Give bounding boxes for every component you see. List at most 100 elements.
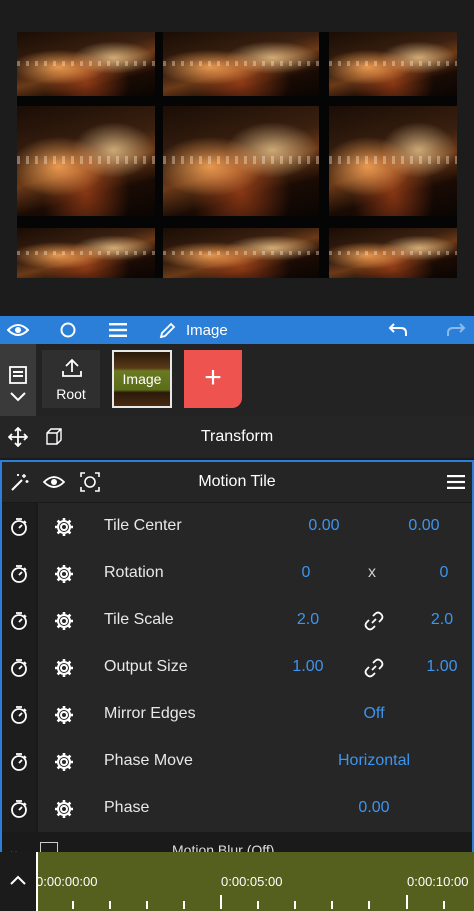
image-layer-label: Image <box>122 371 162 387</box>
param-value-y[interactable]: 1.00 <box>414 658 470 676</box>
timeline-tick <box>406 895 408 909</box>
gear-icon[interactable] <box>48 605 80 637</box>
layer-strip: Root Image + <box>0 344 474 416</box>
tile-image <box>163 32 319 96</box>
timeline-tick <box>146 901 148 909</box>
param-name: Phase <box>104 799 150 816</box>
time-label: 0:00:05:00 <box>221 874 283 889</box>
effect-header: Motion Tile <box>2 462 472 502</box>
stopwatch-icon[interactable] <box>3 699 35 731</box>
link-icon[interactable] <box>358 605 390 637</box>
transform-section[interactable]: Transform <box>0 416 474 458</box>
timeline-tick <box>443 901 445 909</box>
playhead[interactable] <box>36 852 38 911</box>
param-row-phase[interactable]: Phase 0.00 <box>2 785 472 832</box>
param-value-degrees[interactable]: 0 <box>416 564 472 582</box>
time-label: 0:00:10:00 <box>407 874 469 889</box>
tile-image <box>163 106 319 216</box>
preview-canvas[interactable] <box>17 32 457 278</box>
param-name: Output Size <box>104 658 188 675</box>
redo-icon[interactable] <box>438 316 474 344</box>
chevron-down-icon[interactable] <box>2 388 34 406</box>
param-row-mirror-edges[interactable]: Mirror Edges Off <box>2 691 472 738</box>
tile-image <box>329 32 457 96</box>
layer-title[interactable]: Image <box>186 322 228 339</box>
layers-icon <box>2 364 34 386</box>
layer-options[interactable] <box>0 344 36 416</box>
gear-icon[interactable] <box>48 652 80 684</box>
timeline-tick <box>109 901 111 909</box>
param-value[interactable]: Horizontal <box>314 752 434 770</box>
image-layer-thumbnail[interactable]: Image <box>112 350 172 408</box>
root-label: Root <box>56 386 86 402</box>
tile-image <box>17 228 155 278</box>
gear-icon[interactable] <box>48 558 80 590</box>
keyframe-column <box>2 550 36 597</box>
timeline-tick <box>294 901 296 909</box>
menu-icon[interactable] <box>100 316 136 344</box>
keyframe-column <box>2 738 36 785</box>
keyframe-column <box>2 644 36 691</box>
gear-icon[interactable] <box>48 746 80 778</box>
add-layer-button[interactable]: + <box>184 350 242 408</box>
stopwatch-icon[interactable] <box>3 605 35 637</box>
circle-icon[interactable] <box>50 316 86 344</box>
stopwatch-icon[interactable] <box>3 746 35 778</box>
timeline-tick <box>257 901 259 909</box>
timeline-tick <box>220 895 222 909</box>
keyframe-column <box>2 597 36 644</box>
top-toolbar: Image <box>0 316 474 344</box>
stopwatch-icon[interactable] <box>3 511 35 543</box>
timeline-track[interactable]: 0:00:00:00 0:00:05:00 0:00:10:00 <box>36 852 474 911</box>
chevron-up-icon[interactable] <box>2 864 34 896</box>
param-name: Tile Center <box>104 517 182 534</box>
param-value-y[interactable]: 0.00 <box>396 517 452 535</box>
effect-panel: Motion Tile Tile Center 0.00 0.00 Rotati… <box>0 460 474 860</box>
link-icon[interactable] <box>358 652 390 684</box>
param-name: Rotation <box>104 564 164 581</box>
upload-icon <box>61 358 83 381</box>
timeline-area: 0:00:00:00 0:00:05:00 0:00:10:00 <box>0 852 474 911</box>
param-value-x[interactable]: 2.0 <box>280 611 336 629</box>
param-value[interactable]: 0.00 <box>314 799 434 817</box>
tile-image <box>329 106 457 216</box>
keyframe-column <box>2 691 36 738</box>
param-row-phase-move[interactable]: Phase Move Horizontal <box>2 738 472 785</box>
stopwatch-icon[interactable] <box>3 558 35 590</box>
param-row-output-size[interactable]: Output Size 1.00 1.00 <box>2 644 472 691</box>
app-screen: Image Root Image + Transform Motion Tile… <box>0 0 474 911</box>
time-label: 0:00:00:00 <box>36 874 98 889</box>
param-value-x[interactable]: 0.00 <box>296 517 352 535</box>
param-row-tile-center[interactable]: Tile Center 0.00 0.00 <box>2 503 472 550</box>
param-value-x[interactable]: 1.00 <box>280 658 336 676</box>
undo-icon[interactable] <box>380 316 416 344</box>
param-value[interactable]: Off <box>314 705 434 723</box>
param-value-y[interactable]: 2.0 <box>414 611 470 629</box>
timeline-tick <box>72 901 74 909</box>
param-value-turns[interactable]: 0 <box>278 564 334 582</box>
timeline-tick <box>331 901 333 909</box>
tile-image <box>17 106 155 216</box>
menu-icon[interactable] <box>440 466 472 498</box>
preview-area <box>0 0 474 316</box>
timeline-tick <box>368 901 370 909</box>
root-layer-button[interactable]: Root <box>42 350 100 408</box>
param-name: Phase Move <box>104 752 193 769</box>
gear-icon[interactable] <box>48 793 80 825</box>
pencil-icon[interactable] <box>150 316 186 344</box>
eye-icon[interactable] <box>0 316 36 344</box>
param-separator: x <box>368 564 376 581</box>
gear-icon[interactable] <box>48 699 80 731</box>
tile-image <box>163 228 319 278</box>
keyframe-column <box>2 503 36 550</box>
stopwatch-icon[interactable] <box>3 793 35 825</box>
param-row-rotation[interactable]: Rotation 0 x 0 <box>2 550 472 597</box>
gear-icon[interactable] <box>48 511 80 543</box>
param-row-tile-scale[interactable]: Tile Scale 2.0 2.0 <box>2 597 472 644</box>
param-name: Mirror Edges <box>104 705 196 722</box>
effect-title: Motion Tile <box>198 473 276 490</box>
stopwatch-icon[interactable] <box>3 652 35 684</box>
tile-image <box>17 32 155 96</box>
timeline-tick <box>183 901 185 909</box>
tile-image <box>329 228 457 278</box>
